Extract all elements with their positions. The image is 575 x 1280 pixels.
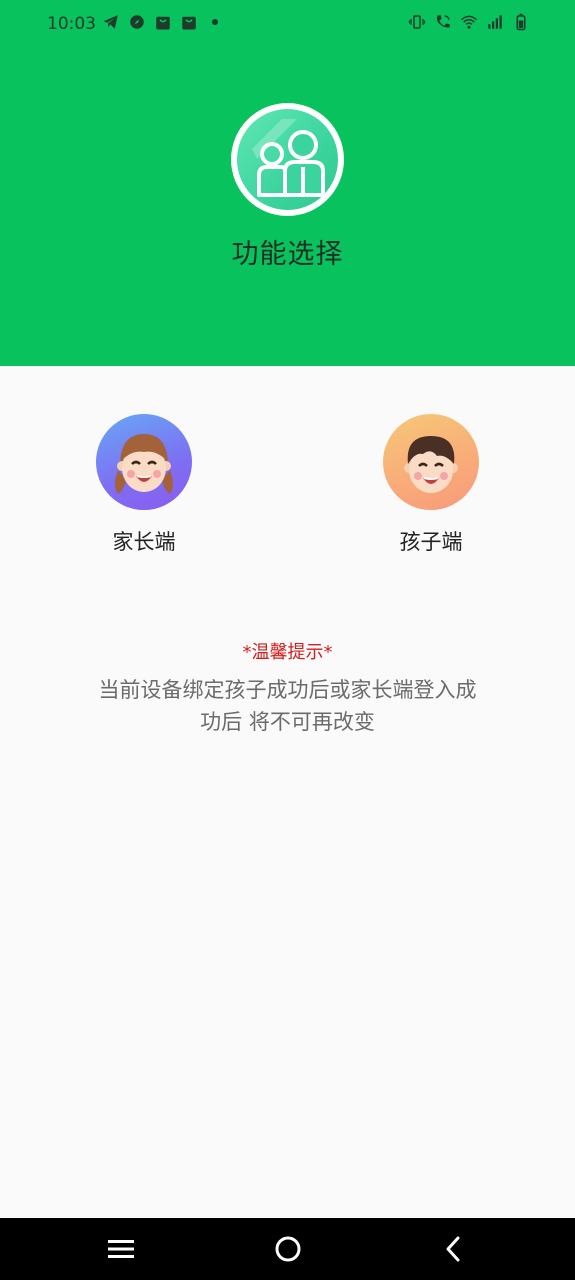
- girl-avatar-icon: [96, 414, 192, 510]
- status-left-icons: [102, 13, 218, 31]
- wifi-call-icon: [437, 15, 450, 28]
- menu-icon[interactable]: [104, 1232, 138, 1266]
- family-icon: [237, 109, 338, 210]
- header: 10:03 功能选择: [0, 0, 575, 366]
- tip-line-1: 当前设备绑定孩子成功后或家长端登入成: [98, 678, 477, 702]
- home-icon[interactable]: [271, 1232, 305, 1266]
- wifi-icon: [460, 15, 478, 29]
- page-title: 功能选择: [231, 239, 344, 270]
- child-role-option[interactable]: 孩子端: [361, 414, 501, 556]
- signal-icon: [488, 15, 502, 29]
- tip-body: 当前设备绑定孩子成功后或家长端登入成 功后 将不可再改变: [80, 674, 495, 738]
- dot-icon: [212, 19, 218, 25]
- shopping-bag-icon: [156, 16, 170, 30]
- battery-icon: [516, 13, 526, 31]
- screen: 10:03 功能选择 家长端 孩子端 *温馨提示* 当前设备绑定孩子成功后或家长…: [0, 0, 575, 1280]
- parent-role-label: 家长端: [112, 530, 176, 554]
- child-role-label: 孩子端: [399, 530, 463, 554]
- status-right-icons: [408, 13, 530, 31]
- vibrate-icon: [408, 15, 426, 29]
- tip-title: *温馨提示*: [242, 642, 333, 663]
- navigation-bar: [0, 1218, 575, 1280]
- boy-avatar-icon: [383, 414, 479, 510]
- status-bar: 10:03: [0, 0, 575, 48]
- shopping-bag-icon: [182, 16, 196, 30]
- tip-line-2: 功后 将不可再改变: [200, 710, 375, 734]
- compass-icon: [130, 15, 144, 29]
- status-time: 10:03: [47, 14, 96, 34]
- telegram-icon: [103, 15, 118, 29]
- parent-role-option[interactable]: 家长端: [74, 414, 214, 556]
- app-logo: [231, 103, 344, 216]
- back-icon[interactable]: [436, 1232, 470, 1266]
